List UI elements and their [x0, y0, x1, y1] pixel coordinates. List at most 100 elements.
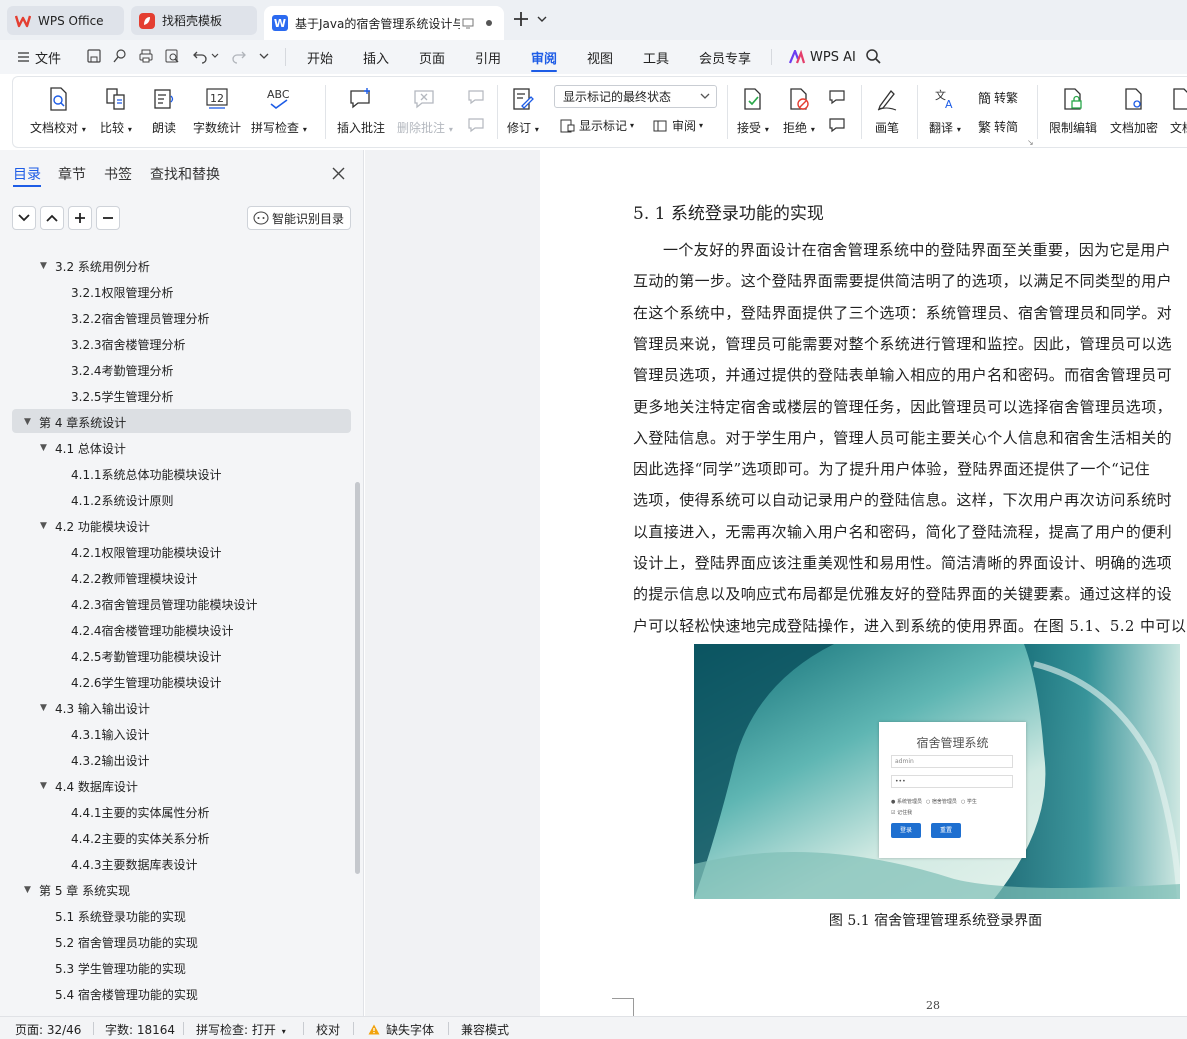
missing-font-status[interactable]: 缺失字体 [368, 1021, 434, 1038]
menu-page[interactable]: 页面 [419, 40, 445, 74]
translate-button[interactable]: 文A 翻译 ▾ [929, 85, 961, 136]
read-aloud-button[interactable]: 朗读 [152, 85, 176, 136]
search-icon[interactable] [865, 48, 882, 65]
toc-item[interactable]: 4.2.6学生管理功能模块设计 [71, 669, 222, 695]
toc-item[interactable]: 4.2.5考勤管理功能模块设计 [71, 643, 222, 669]
toc-item[interactable]: 4.4.2主要的实体关系分析 [71, 825, 210, 851]
restrict-edit-button[interactable]: 限制编辑 [1049, 85, 1097, 136]
panel-tab-bookmark[interactable]: 书签 [104, 164, 132, 184]
menu-tools[interactable]: 工具 [643, 40, 669, 74]
menu-start[interactable]: 开始 [307, 40, 333, 74]
toc-item[interactable]: ▼ 4.2 功能模块设计 [40, 513, 150, 539]
expand-up-button[interactable] [40, 206, 64, 230]
toc-item[interactable]: ▼ 3.2 系统用例分析 [40, 253, 150, 279]
tab-wps-office[interactable]: WPS Office [7, 6, 124, 35]
toc-item[interactable]: 4.1.1系统总体功能模块设计 [71, 461, 222, 487]
group-expand-icon[interactable]: ↘ [1027, 138, 1034, 147]
toc-item[interactable]: 4.2.2教师管理模块设计 [71, 565, 198, 591]
page-indicator[interactable]: 页面: 32/46 [15, 1021, 81, 1038]
toc-item[interactable]: 5.1 系统登录功能的实现 [55, 903, 186, 929]
panel-tab-chapter[interactable]: 章节 [58, 164, 86, 184]
pen-button[interactable]: 画笔 [874, 85, 900, 136]
to-traditional-button[interactable]: 簡 转繁 [978, 88, 1018, 107]
toc-item[interactable]: 4.4.1主要的实体属性分析 [71, 799, 210, 825]
review-pane-button[interactable]: 审阅 ▾ [652, 117, 703, 134]
compare-button[interactable]: 比较 ▾ [100, 85, 132, 136]
toc-item[interactable]: 5.3 学生管理功能的实现 [55, 955, 186, 981]
menu-member[interactable]: 会员专享 [699, 40, 751, 74]
proofread-status[interactable]: 校对 [316, 1021, 340, 1038]
menu-reference[interactable]: 引用 [475, 40, 501, 74]
save-icon[interactable] [86, 48, 102, 64]
panel-scrollbar[interactable] [355, 482, 360, 874]
tab-docer-templates[interactable]: 找稻壳模板 [131, 6, 257, 35]
toc-item[interactable]: 4.2.3宿舍管理员管理功能模块设计 [71, 591, 258, 617]
more-doc-button[interactable]: 文档 [1170, 85, 1187, 136]
word-count-indicator[interactable]: 字数: 18164 [105, 1021, 175, 1038]
file-menu[interactable]: 文件 [18, 40, 61, 74]
expand-arrow-icon[interactable]: ▼ [40, 781, 55, 791]
expand-arrow-icon[interactable]: ▼ [24, 417, 39, 427]
tab-list-chevron-icon[interactable] [537, 15, 547, 23]
toc-item[interactable]: 5.4 宿舍楼管理功能的实现 [55, 981, 198, 1007]
monitor-icon[interactable] [462, 18, 474, 29]
toc-item[interactable]: 3.2.1权限管理分析 [71, 279, 174, 305]
insert-comment-button[interactable]: 插入批注 [337, 85, 385, 136]
encrypt-button[interactable]: 文档加密 [1110, 85, 1158, 136]
toc-item[interactable]: 3.2.3宿舍楼管理分析 [71, 331, 186, 357]
toc-item[interactable]: 3.2.5学生管理分析 [71, 383, 174, 409]
toc-item[interactable]: 3.2.4考勤管理分析 [71, 357, 174, 383]
menu-review[interactable]: 审阅 [531, 40, 558, 74]
toc-item[interactable]: ▼ 4.1 总体设计 [40, 435, 126, 461]
delete-comment-button[interactable]: 删除批注 ▾ [397, 85, 453, 136]
toc-item[interactable]: 4.2.1权限管理功能模块设计 [71, 539, 222, 565]
link-share-icon[interactable] [112, 48, 128, 64]
close-icon[interactable] [332, 167, 345, 180]
spell-check-status[interactable]: 拼写检查: 打开 ▾ [196, 1021, 286, 1038]
smart-toc-button[interactable]: 智能识别目录 [247, 206, 351, 230]
toc-item[interactable]: ▼ 第 4 章系统设计 [24, 409, 126, 435]
panel-tab-find-replace[interactable]: 查找和替换 [150, 164, 220, 184]
unsaved-dot-icon[interactable] [486, 20, 492, 26]
to-simplified-button[interactable]: 繁 转简 [978, 117, 1018, 136]
new-tab-plus-icon[interactable] [513, 11, 529, 27]
markup-mode-select[interactable]: 显示标记的最终状态 [554, 85, 717, 108]
toc-item[interactable]: 4.3.2输出设计 [71, 747, 150, 773]
toc-item[interactable]: 4.2.4宿舍楼管理功能模块设计 [71, 617, 234, 643]
panel-tab-toc[interactable]: 目录 [13, 164, 41, 184]
next-comment-icon[interactable] [467, 117, 485, 133]
revise-button[interactable]: 修订 ▾ [507, 85, 539, 136]
expand-arrow-icon[interactable]: ▼ [40, 521, 55, 531]
add-heading-button[interactable] [68, 206, 92, 230]
wps-ai-button[interactable]: WPS AI [789, 40, 856, 74]
show-marks-button[interactable]: 显示标记 ▾ [559, 117, 634, 134]
toc-item[interactable]: ▼ 4.4 数据库设计 [40, 773, 138, 799]
quick-access-chevron-icon[interactable] [259, 53, 269, 60]
tab-current-document[interactable]: W 基于Java的宿舍管理系统设计与 [264, 6, 504, 40]
toc-item[interactable]: 3.2.2宿舍管理员管理分析 [71, 305, 210, 331]
redo-icon[interactable] [231, 48, 247, 64]
prev-change-icon[interactable] [828, 89, 846, 105]
toc-item[interactable]: ▼ 第 5 章 系统实现 [24, 877, 130, 903]
collapse-button[interactable] [12, 206, 36, 230]
print-icon[interactable] [138, 48, 154, 64]
expand-arrow-icon[interactable]: ▼ [24, 885, 39, 895]
menu-view[interactable]: 视图 [587, 40, 613, 74]
toc-item[interactable]: 4.1.2系统设计原则 [71, 487, 174, 513]
expand-arrow-icon[interactable]: ▼ [40, 443, 55, 453]
undo-icon[interactable] [192, 48, 208, 64]
menu-insert[interactable]: 插入 [363, 40, 389, 74]
accept-button[interactable]: 接受 ▾ [737, 85, 769, 136]
prev-comment-icon[interactable] [467, 89, 485, 105]
doc-check-button[interactable]: 文档校对 ▾ [30, 85, 86, 136]
reject-button[interactable]: 拒绝 ▾ [783, 85, 815, 136]
expand-arrow-icon[interactable]: ▼ [40, 261, 55, 271]
next-change-icon[interactable] [828, 117, 846, 133]
expand-arrow-icon[interactable]: ▼ [40, 703, 55, 713]
toc-item[interactable]: 5.2 宿舍管理员功能的实现 [55, 929, 198, 955]
remove-heading-button[interactable] [96, 206, 120, 230]
word-count-button[interactable]: 12 字数统计 [193, 85, 241, 136]
undo-dropdown-chevron-icon[interactable] [211, 53, 219, 59]
spell-check-button[interactable]: ABC 拼写检查 ▾ [251, 85, 307, 136]
toc-item[interactable]: 4.4.3主要数据库表设计 [71, 851, 198, 877]
